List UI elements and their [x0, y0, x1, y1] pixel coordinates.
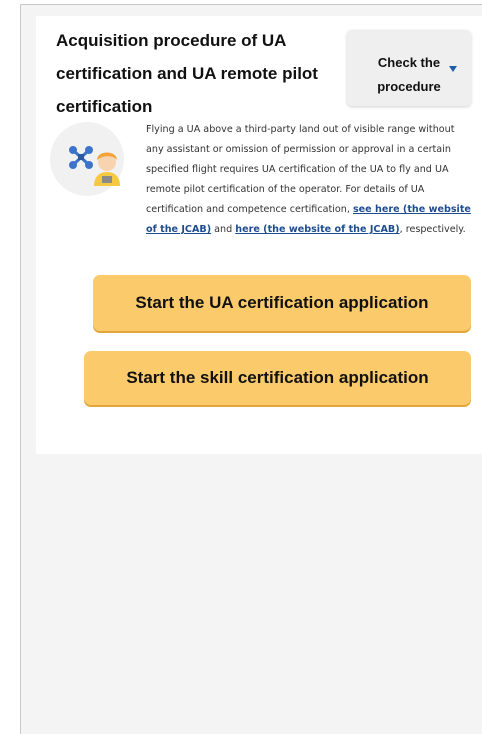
drone-operator-icon — [50, 122, 124, 196]
start-ua-certification-button[interactable]: Start the UA certification application — [93, 275, 471, 331]
start-skill-certification-button[interactable]: Start the skill certification applicatio… — [84, 351, 471, 405]
section-title: Acquisition procedure of UA certificatio… — [56, 31, 318, 116]
check-procedure-button[interactable]: Check the procedure — [347, 30, 471, 106]
certification-card: Acquisition procedure of UA certificatio… — [36, 16, 482, 454]
check-procedure-label: Check the procedure — [377, 55, 441, 94]
jcab-link-competence-certification[interactable]: here (the website of the JCAB) — [235, 224, 399, 235]
description-text-2: and — [211, 224, 236, 235]
certification-description: Flying a UA above a third-party land out… — [146, 120, 474, 240]
description-text-3: , respectively. — [399, 224, 466, 235]
caret-down-icon — [449, 66, 457, 72]
description-text-1: Flying a UA above a third-party land out… — [146, 124, 455, 215]
